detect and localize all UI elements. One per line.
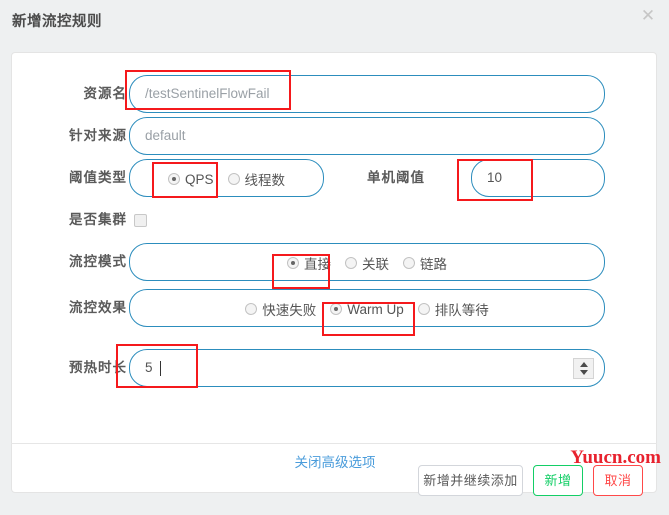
radio-flow-effect-queue-label: 排队等待 bbox=[434, 303, 489, 318]
cluster-checkbox[interactable] bbox=[134, 214, 147, 227]
radio-flow-mode-chain[interactable]: 链路 bbox=[403, 253, 447, 273]
label-flow-mode: 流控模式 bbox=[69, 254, 127, 269]
add-button[interactable]: 新增 bbox=[533, 465, 583, 496]
spinner-up-arrow-icon bbox=[579, 362, 588, 367]
origin-input-value: default bbox=[145, 128, 186, 143]
radio-dot-icon bbox=[287, 257, 299, 269]
radio-flow-mode-direct[interactable]: 直接 bbox=[287, 253, 331, 273]
add-and-continue-button[interactable]: 新增并继续添加 bbox=[418, 465, 523, 496]
form-row-resource: 资源名 /testSentinelFlowFail bbox=[12, 75, 658, 113]
add-flow-rule-dialog: 新增流控规则 ✕ 资源名 /testSentinelFlowFail 针对来源 … bbox=[0, 0, 669, 515]
warmup-duration-value: 5 bbox=[145, 360, 153, 375]
radio-dot-icon bbox=[330, 303, 343, 315]
label-warmup-duration: 预热时长 bbox=[69, 360, 127, 375]
text-cursor bbox=[160, 361, 161, 376]
threshold-type-radio-group: QPS 线程数 bbox=[129, 159, 324, 197]
radio-flow-mode-chain-label: 链路 bbox=[420, 257, 447, 272]
radio-flow-effect-warm-up[interactable]: Warm Up bbox=[330, 302, 404, 317]
radio-threshold-qps[interactable]: QPS bbox=[167, 171, 214, 187]
flow-mode-radio-group: 直接 关联 链路 bbox=[129, 243, 605, 281]
label-flow-effect: 流控效果 bbox=[69, 300, 127, 315]
radio-threshold-threads[interactable]: 线程数 bbox=[227, 169, 286, 189]
radio-flow-mode-direct-label: 直接 bbox=[304, 257, 331, 272]
form-card: 资源名 /testSentinelFlowFail 针对来源 default 阈… bbox=[11, 52, 657, 493]
radio-flow-effect-fast-fail[interactable]: 快速失败 bbox=[245, 299, 316, 319]
page-title: 新增流控规则 bbox=[12, 14, 102, 30]
single-threshold-input[interactable]: 10 bbox=[471, 159, 605, 197]
label-cluster: 是否集群 bbox=[69, 212, 127, 227]
form-row-threshold: 阈值类型 QPS 线程数 单机阈值 10 bbox=[12, 159, 658, 197]
radio-threshold-threads-label: 线程数 bbox=[244, 173, 286, 188]
watermark: Yuucn.com bbox=[570, 447, 661, 468]
radio-dot-icon bbox=[167, 173, 180, 185]
radio-flow-effect-warm-up-label: Warm Up bbox=[347, 301, 404, 317]
radio-flow-mode-associated-label: 关联 bbox=[362, 257, 389, 272]
label-threshold-type: 阈值类型 bbox=[69, 170, 127, 185]
form-row-flow-mode: 流控模式 直接 关联 链路 bbox=[12, 243, 658, 281]
form-row-cluster: 是否集群 bbox=[12, 201, 658, 239]
flow-effect-radio-group: 快速失败 Warm Up 排队等待 bbox=[129, 289, 605, 327]
radio-threshold-qps-label: QPS bbox=[184, 171, 214, 187]
radio-flow-mode-associated[interactable]: 关联 bbox=[345, 253, 389, 273]
single-threshold-value: 10 bbox=[487, 170, 503, 185]
radio-dot-icon bbox=[345, 257, 357, 269]
form-row-warmup: 预热时长 5 bbox=[12, 349, 658, 387]
radio-flow-effect-fast-fail-label: 快速失败 bbox=[262, 303, 317, 318]
spinner-up-down-icon[interactable] bbox=[573, 358, 594, 379]
radio-dot-icon bbox=[245, 303, 258, 315]
origin-input[interactable]: default bbox=[129, 117, 605, 155]
radio-dot-icon bbox=[417, 303, 430, 315]
resource-input-value: /testSentinelFlowFail bbox=[145, 86, 270, 101]
warmup-duration-input[interactable]: 5 bbox=[129, 349, 605, 387]
cancel-button[interactable]: 取消 bbox=[593, 465, 643, 496]
dialog-header: 新增流控规则 ✕ bbox=[0, 0, 669, 52]
radio-dot-icon bbox=[227, 173, 240, 185]
resource-input[interactable]: /testSentinelFlowFail bbox=[129, 75, 605, 113]
label-origin: 针对来源 bbox=[69, 128, 127, 143]
close-icon[interactable]: ✕ bbox=[637, 5, 659, 27]
dialog-footer: 新增并继续添加 新增 取消 bbox=[11, 444, 657, 504]
form-row-flow-effect: 流控效果 快速失败 Warm Up 排队等待 bbox=[12, 289, 658, 327]
spinner-down-arrow-icon bbox=[579, 370, 588, 375]
label-resource: 资源名 bbox=[83, 86, 127, 101]
form-row-origin: 针对来源 default bbox=[12, 117, 658, 155]
radio-flow-effect-queue[interactable]: 排队等待 bbox=[417, 299, 489, 319]
radio-dot-icon bbox=[403, 257, 415, 269]
label-single-threshold: 单机阈值 bbox=[367, 170, 425, 185]
